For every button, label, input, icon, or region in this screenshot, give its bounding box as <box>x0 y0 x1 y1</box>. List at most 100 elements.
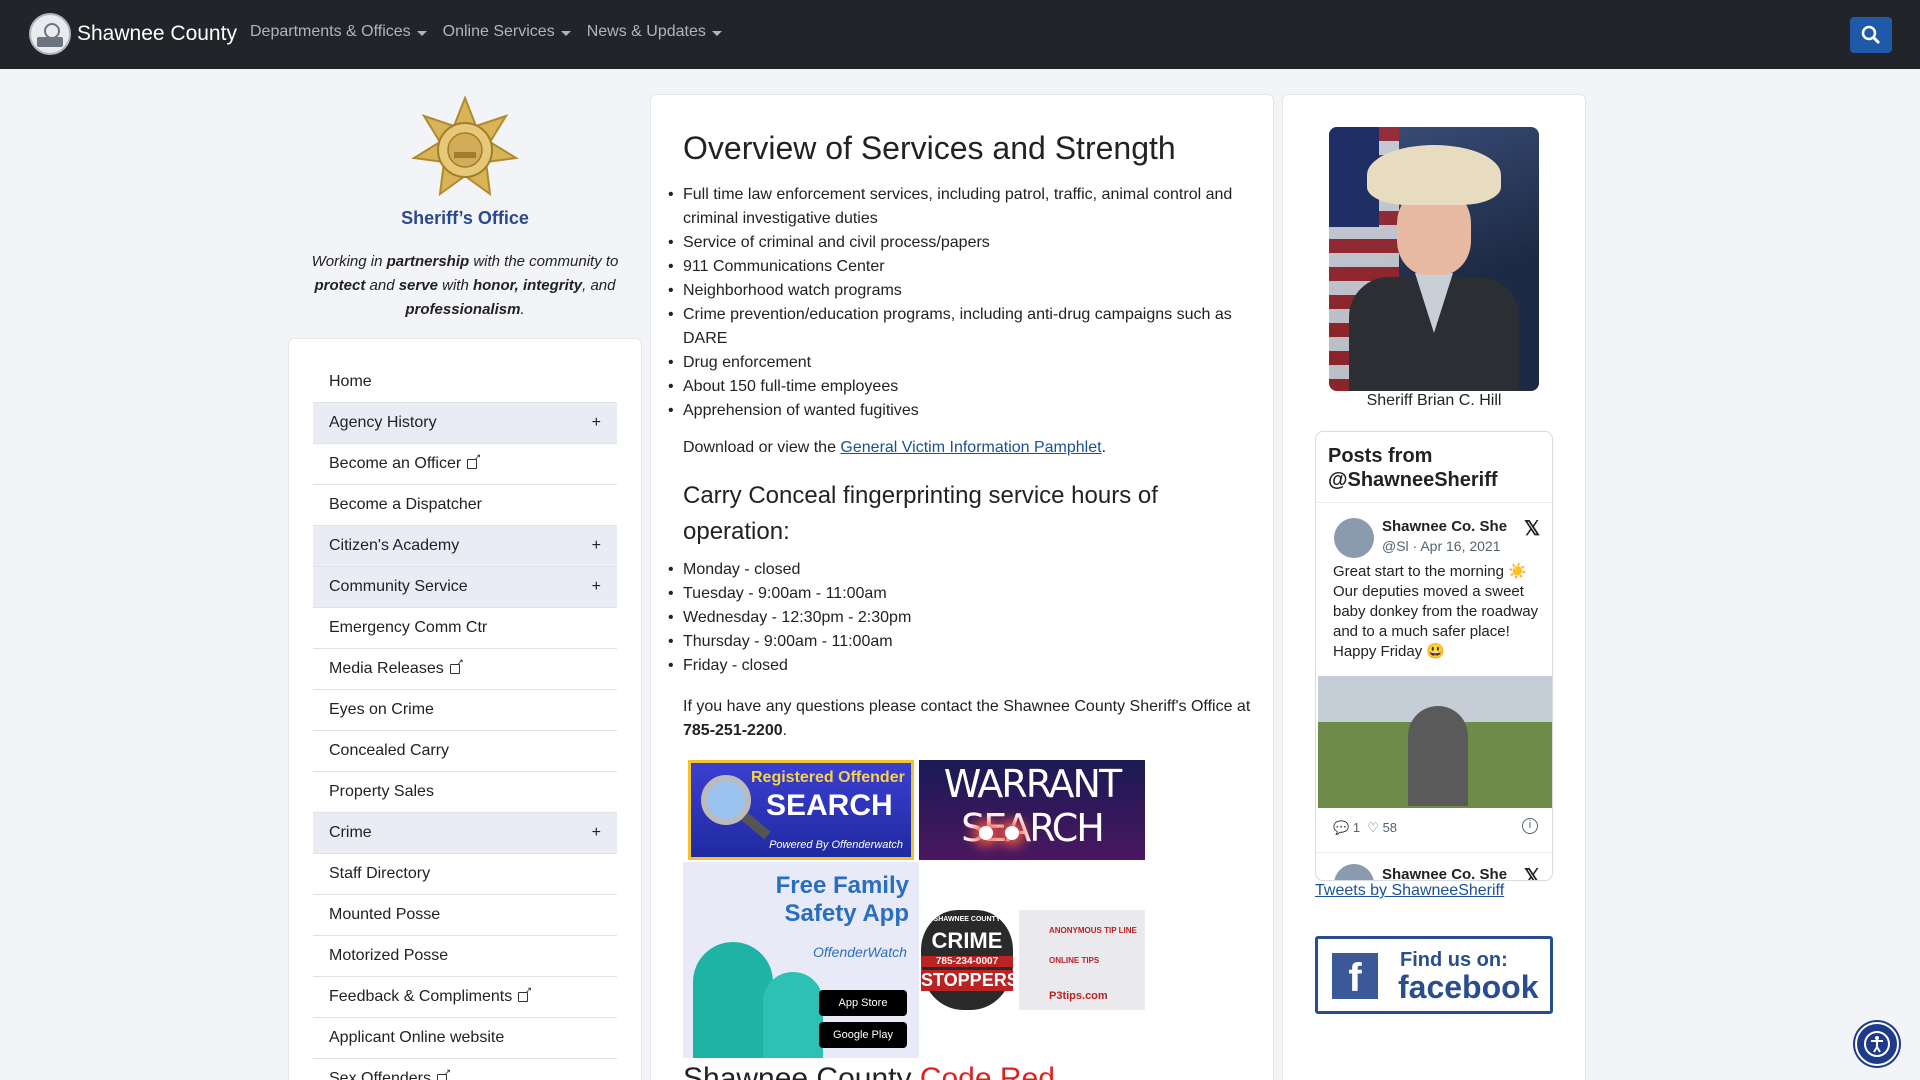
info-icon[interactable]: i <box>1522 818 1538 834</box>
mission-text: and <box>365 277 399 294</box>
brand-title: Shawnee County <box>77 22 237 45</box>
sidebar-item-agency-history[interactable]: Agency History + <box>313 403 617 444</box>
expand-icon[interactable]: + <box>592 414 601 432</box>
hours-list: Monday - closed Tuesday - 9:00am - 11:00… <box>668 558 911 678</box>
sidebar-item-crime[interactable]: Crime + <box>313 813 617 854</box>
list-item: About 150 full-time employees <box>668 375 1243 399</box>
mission-text: , and <box>582 277 616 294</box>
family-line2: Safety App <box>784 900 909 927</box>
external-link-icon <box>467 452 481 469</box>
nav-departments-offices[interactable]: Departments & Offices <box>250 23 427 41</box>
services-list: Full time law enforcement services, incl… <box>668 183 1243 423</box>
mission-emphasis: serve <box>398 277 438 294</box>
list-item: Service of criminal and civil process/pa… <box>668 231 1243 255</box>
code-red-prefix: Shawnee County <box>683 1062 920 1080</box>
office-title: Sheriff’s Office <box>401 208 529 228</box>
caret-down-icon <box>560 30 571 36</box>
mission-text: Working in <box>311 253 387 270</box>
sidebar-item-concealed-carry[interactable]: Concealed Carry <box>313 731 617 772</box>
external-link-icon <box>449 657 464 674</box>
tweet-author[interactable]: Shawnee Co. She <box>1382 518 1507 535</box>
sidebar-item-home[interactable]: Home <box>313 362 617 403</box>
list-item: 911 Communications Center <box>668 255 1243 279</box>
sidebar-item-community-service[interactable]: Community Service + <box>313 567 617 608</box>
sidebar-item-become-officer[interactable]: Become an Officer <box>313 444 617 485</box>
avatar[interactable] <box>1334 518 1374 558</box>
tip-line-label: ANONYMOUS TIP LINE <box>1049 926 1137 935</box>
list-item: Drug enforcement <box>668 351 1243 375</box>
sidebar-item-label: Emergency Comm Ctr <box>329 619 488 636</box>
twitter-timeline[interactable]: Posts from @ShawneeSheriff Shawnee Co. S… <box>1315 431 1553 881</box>
sidebar-item-label: Community Service <box>329 578 468 595</box>
search-button[interactable] <box>1850 17 1892 53</box>
sidebar-item-label: Sex Offenders <box>329 1070 431 1080</box>
mission-emphasis: partnership <box>386 253 470 270</box>
tweet-handle[interactable]: @Sl · Apr 16, 2021 <box>1382 538 1501 554</box>
person-illustration <box>693 942 773 1058</box>
sidebar-item-become-dispatcher[interactable]: Become a Dispatcher <box>313 485 617 526</box>
tweet-image[interactable] <box>1318 676 1552 808</box>
sidebar-item-citizens-academy[interactable]: Citizen's Academy + <box>313 526 617 567</box>
family-banner-title: Free Family Safety App <box>776 872 909 928</box>
crime-line2: STOPPERS <box>921 970 1019 991</box>
expand-icon[interactable]: + <box>592 537 601 555</box>
divider <box>1316 852 1552 853</box>
sidebar-item-feedback[interactable]: Feedback & Compliments <box>313 977 617 1018</box>
download-prefix: Download or view the <box>683 439 841 456</box>
sidebar-item-eyes-on-crime[interactable]: Eyes on Crime <box>313 690 617 731</box>
x-logo-icon[interactable]: 𝕏 <box>1524 516 1540 541</box>
list-item: Neighborhood watch programs <box>668 279 1243 303</box>
sidebar-item-emergency-comm[interactable]: Emergency Comm Ctr <box>313 608 617 649</box>
sidebar-item-label: Crime <box>329 824 372 841</box>
sidebar-item-mounted-posse[interactable]: Mounted Posse <box>313 895 617 936</box>
download-paragraph: Download or view the General Victim Info… <box>683 439 1106 457</box>
sidebar-item-label: Home <box>329 373 372 390</box>
tweet-author[interactable]: Shawnee Co. She <box>1382 866 1507 880</box>
registered-offender-search-banner[interactable]: Registered Offender SEARCH Powered By Of… <box>688 760 914 860</box>
page-title: Overview of Services and Strength <box>683 130 1176 166</box>
tweets-by-link[interactable]: Tweets by ShawneeSheriff <box>1315 882 1504 900</box>
sidebar-item-media-releases[interactable]: Media Releases <box>313 649 617 690</box>
heart-icon[interactable]: ♡ <box>1367 820 1379 835</box>
facebook-line2: facebook <box>1398 969 1539 1005</box>
mission-text: with the community to <box>469 253 619 270</box>
list-item: Crime prevention/education programs, inc… <box>668 303 1243 351</box>
crime-county: SHAWNEE COUNTY <box>933 916 1001 923</box>
mission-text: with <box>437 277 473 294</box>
list-item: Full time law enforcement services, incl… <box>668 183 1243 231</box>
accessibility-button[interactable] <box>1855 1022 1899 1066</box>
sidebar-item-sex-offenders[interactable]: Sex Offenders <box>313 1059 617 1080</box>
sidebar-item-applicant-website[interactable]: Applicant Online website <box>313 1018 617 1059</box>
mission-statement: Working in partnership with the communit… <box>290 250 640 322</box>
nav-label: Departments & Offices <box>250 23 411 40</box>
victim-pamphlet-link[interactable]: General Victim Information Pamphlet <box>840 439 1101 456</box>
sidebar-item-motorized-posse[interactable]: Motorized Posse <box>313 936 617 977</box>
offenderwatch-logo: OffenderWatch <box>813 944 907 960</box>
crime-stoppers-seal: SHAWNEE COUNTY CRIME 785-234-0007 STOPPE… <box>921 910 1019 1010</box>
family-safety-app-banner[interactable]: Free Family Safety App OffenderWatch App … <box>683 862 919 1058</box>
list-item: Friday - closed <box>668 654 911 678</box>
sidebar-item-property-sales[interactable]: Property Sales <box>313 772 617 813</box>
p3tips-label: P3tips.com <box>1049 990 1108 1002</box>
crime-phone: 785-234-0007 <box>921 956 1013 967</box>
facebook-banner[interactable]: f Find us on: facebook <box>1315 936 1553 1014</box>
app-store-badge[interactable]: App Store <box>819 990 907 1016</box>
offender-banner-line2: SEARCH <box>766 789 893 822</box>
reply-icon[interactable]: 💬 <box>1333 820 1349 835</box>
twitter-header: Posts from @ShawneeSheriff <box>1316 432 1552 503</box>
expand-icon[interactable]: + <box>592 578 601 596</box>
online-tips-label: ONLINE TIPS <box>1049 956 1100 965</box>
warrant-search-banner[interactable]: WARRANT SEARCH <box>919 760 1145 860</box>
county-seal-logo <box>29 13 71 55</box>
sidebar-item-staff-directory[interactable]: Staff Directory <box>313 854 617 895</box>
brand-link[interactable]: Shawnee County <box>29 13 237 55</box>
google-play-badge[interactable]: Google Play <box>819 1022 907 1048</box>
avatar[interactable] <box>1334 864 1374 880</box>
nav-online-services[interactable]: Online Services <box>443 23 571 41</box>
caret-down-icon <box>711 30 722 36</box>
nav-news-updates[interactable]: News & Updates <box>587 23 722 41</box>
family-line1: Free Family <box>775 872 909 899</box>
crime-stoppers-banner[interactable]: SHAWNEE COUNTY CRIME 785-234-0007 STOPPE… <box>919 910 1145 1010</box>
expand-icon[interactable]: + <box>592 824 601 842</box>
x-logo-icon[interactable]: 𝕏 <box>1524 864 1540 880</box>
